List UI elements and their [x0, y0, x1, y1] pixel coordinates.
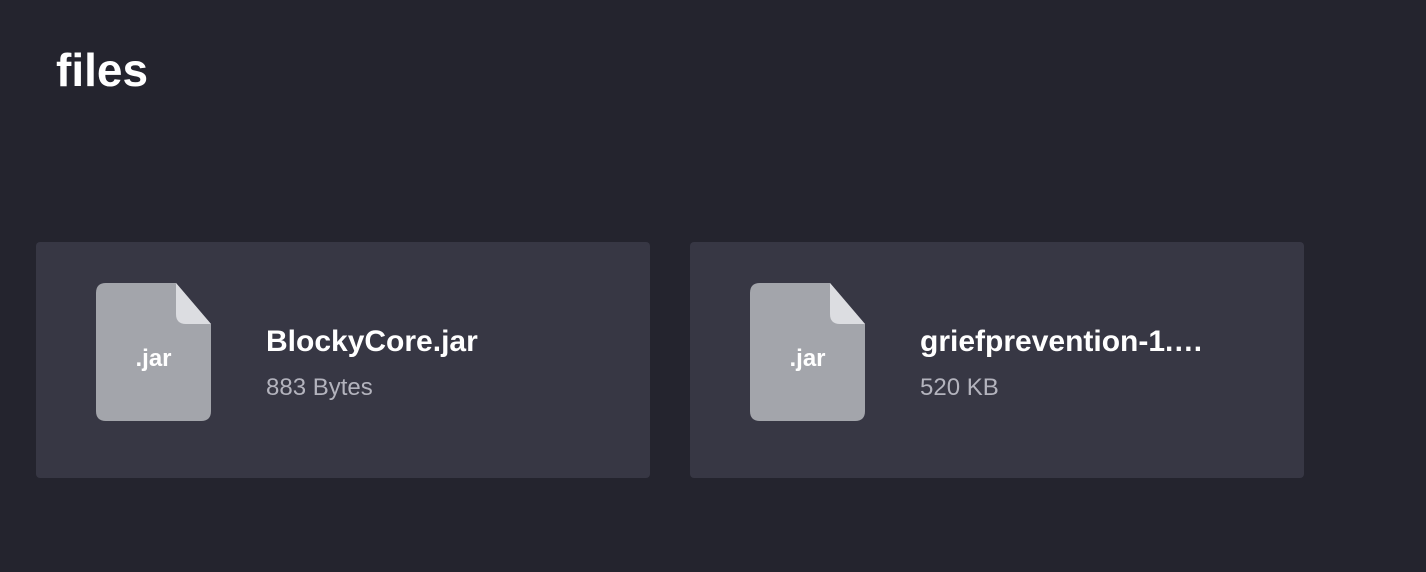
file-icon: .jar: [750, 283, 865, 421]
file-size: 883 Bytes: [266, 374, 373, 401]
file-name: griefprevention-1.1…: [920, 325, 1220, 358]
file-card-blockycore[interactable]: .jar BlockyCore.jar 883 Bytes: [36, 242, 650, 478]
file-extension-label: .jar: [135, 345, 172, 372]
file-size: 520 KB: [920, 374, 999, 401]
file-icon: .jar: [96, 283, 211, 421]
file-card-griefprevention[interactable]: .jar griefprevention-1.1… 520 KB: [690, 242, 1304, 478]
file-extension-label: .jar: [789, 345, 826, 372]
page-title: files: [56, 44, 149, 96]
file-name: BlockyCore.jar: [266, 325, 478, 358]
files-page: files .jar BlockyCore.jar 883 Bytes .jar…: [0, 0, 1426, 572]
